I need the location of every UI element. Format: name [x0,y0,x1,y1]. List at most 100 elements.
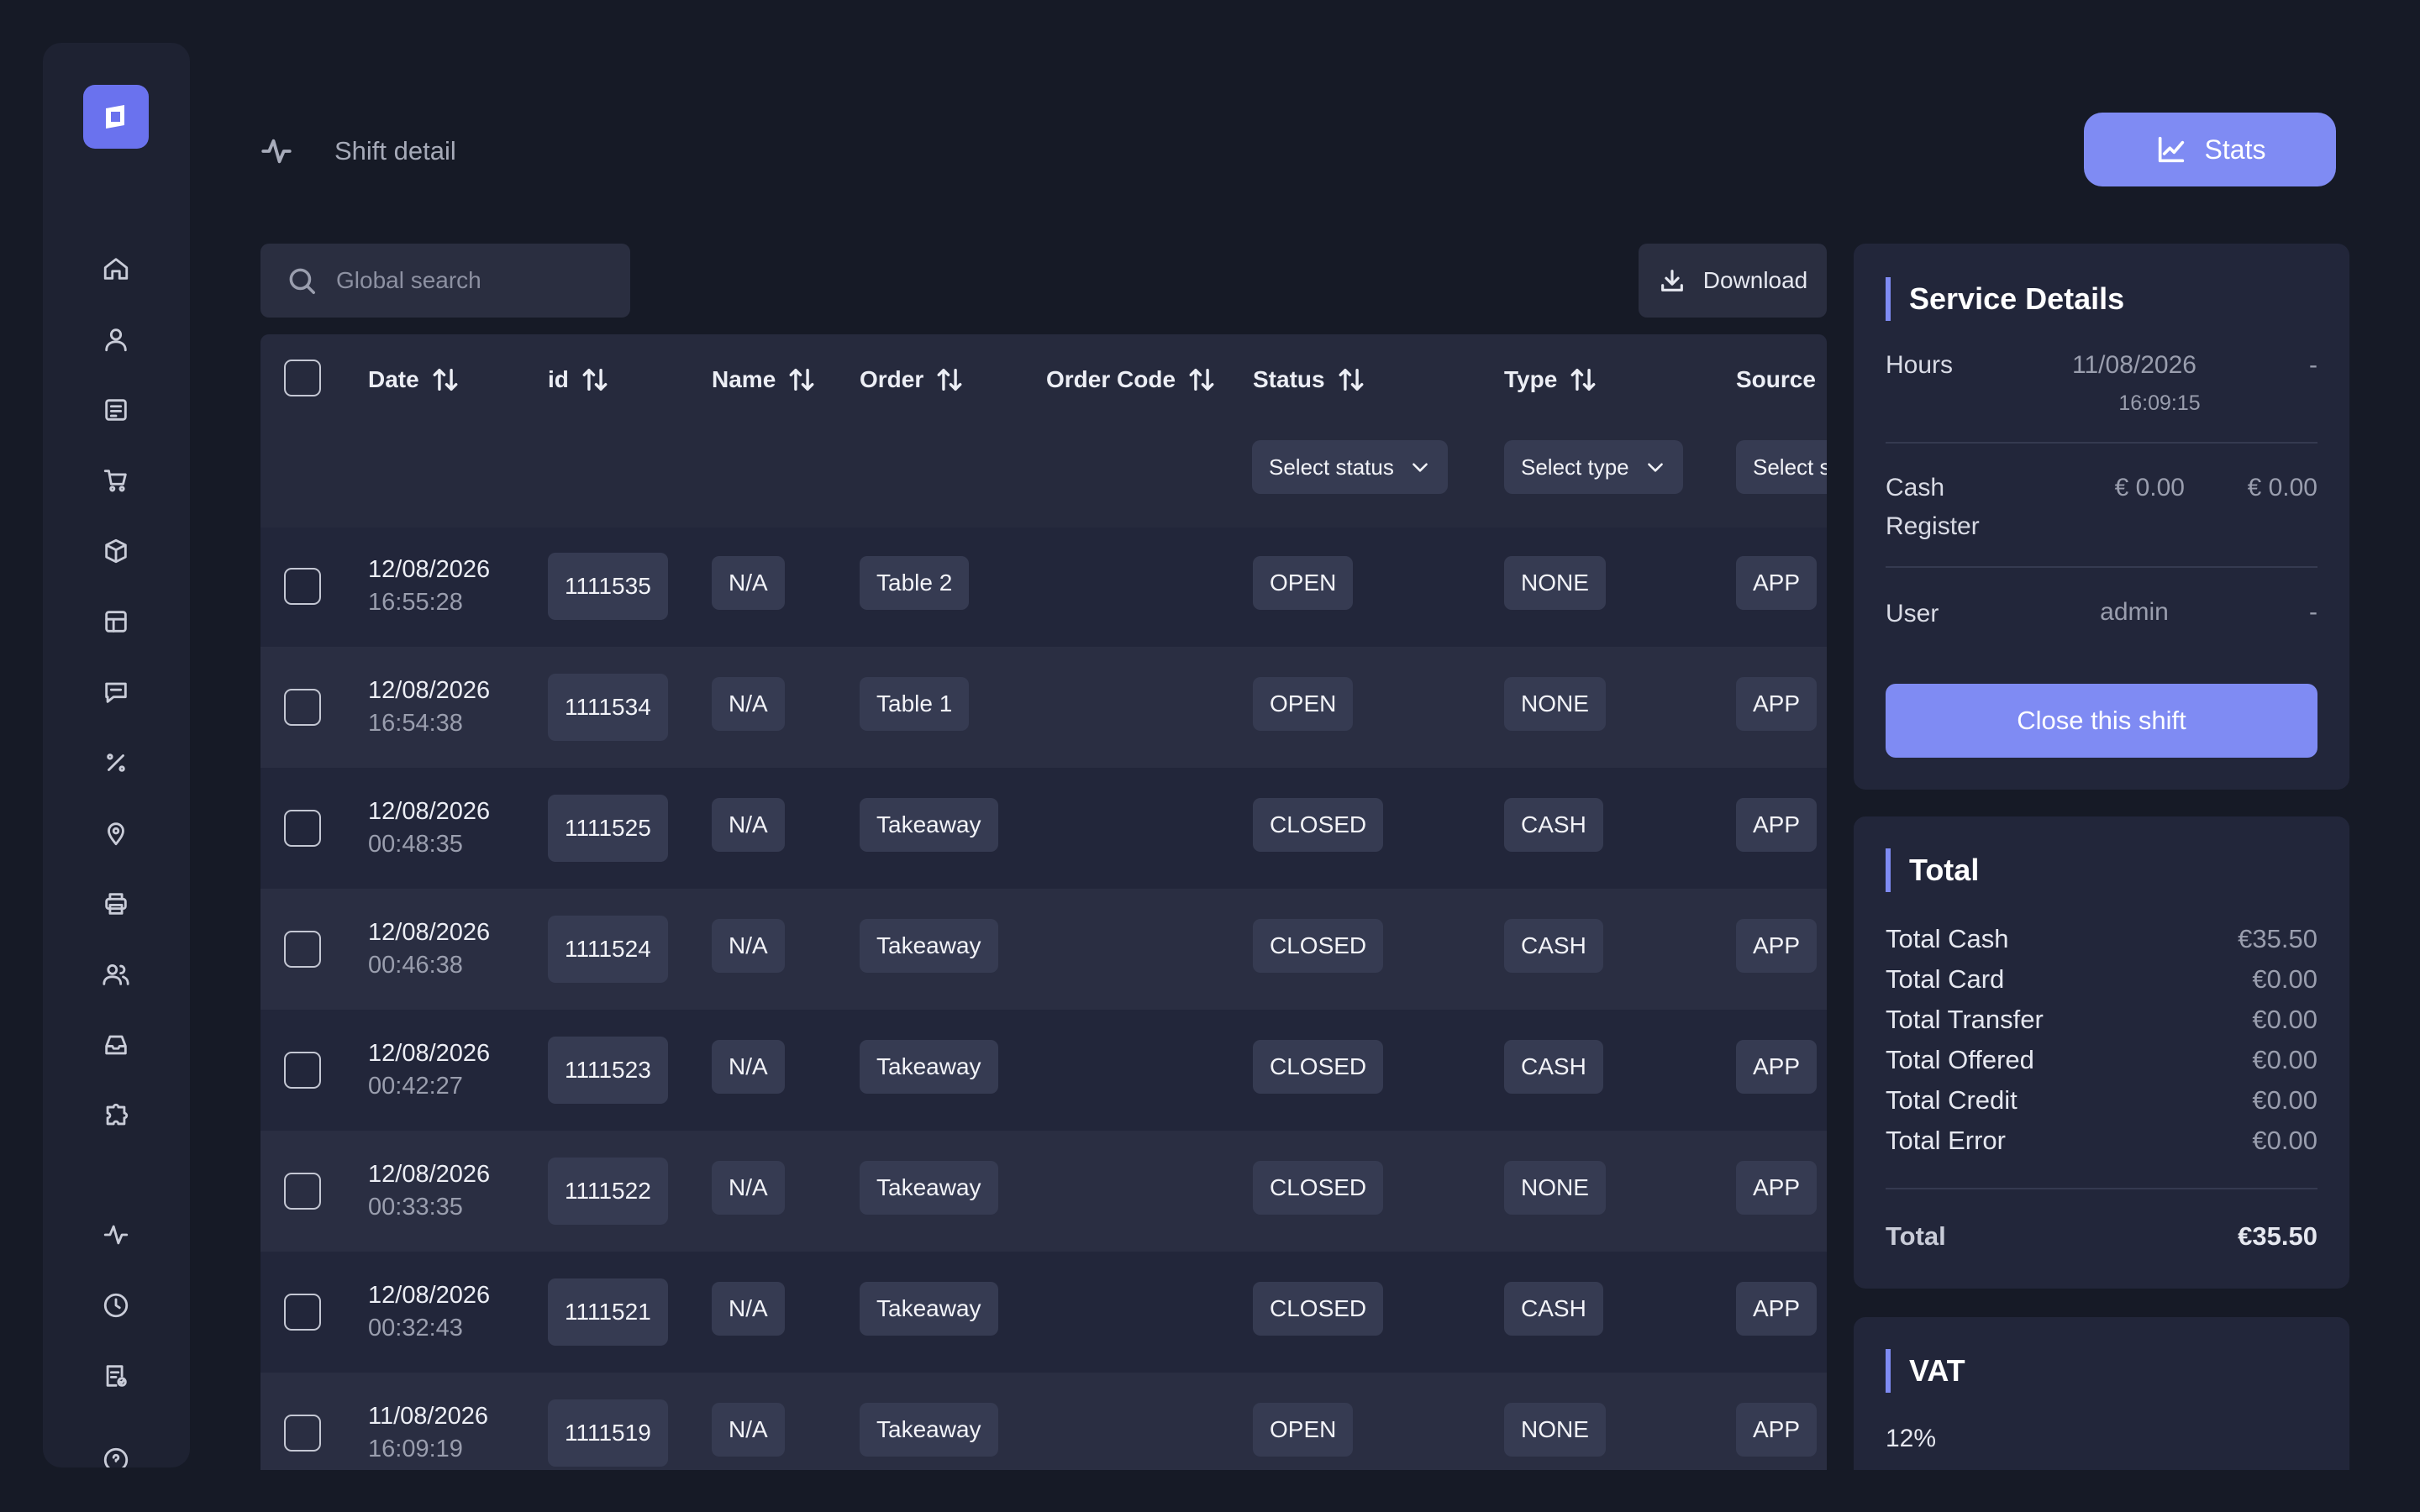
percent-icon[interactable] [95,742,137,784]
table-row[interactable]: 12/08/2026 00:32:43 1111521 N/A Takeaway… [260,1252,1827,1373]
id-badge: 1111525 [548,795,668,862]
date-cell: 12/08/2026 16:55:28 [368,526,490,647]
row-checkbox[interactable] [284,1294,321,1331]
total-credit-label: Total Credit [1886,1085,2018,1115]
type-filter-select[interactable]: Select type [1504,440,1683,494]
type-badge: NONE [1504,556,1606,610]
source-badge: APP [1736,556,1818,610]
logo-icon [106,105,124,129]
id-badge: 1111524 [548,916,668,983]
divider [1886,1188,2317,1189]
column-type-label: Type [1504,366,1558,392]
date-value: 11/08/2026 [368,1403,488,1430]
box-icon[interactable] [95,530,137,572]
chevron-down-icon [1412,463,1428,472]
total-offered-value: €0.00 [2252,1045,2317,1074]
chart-icon [2158,136,2184,163]
location-icon[interactable] [95,812,137,854]
column-order-code-label: Order Code [1046,366,1176,392]
column-name[interactable]: Name [712,363,816,396]
time-value: 00:33:35 [368,1194,463,1221]
status-badge: CLOSED [1253,919,1384,973]
status-badge: OPEN [1253,677,1354,731]
help-icon[interactable] [95,1439,137,1467]
date-value: 12/08/2026 [368,919,491,946]
page-header: Shift detail [259,126,456,176]
total-transfer-value: €0.00 [2252,1005,2317,1034]
logo[interactable] [83,85,149,149]
total-cash-label: Total Cash [1886,924,2009,953]
total-transfer-row: Total Transfer €0.00 [1886,1000,2317,1040]
divider [1886,566,2317,568]
row-checkbox[interactable] [284,568,321,605]
total-card-value: €0.00 [2252,964,2317,994]
clock-icon[interactable] [95,1284,137,1326]
search-input[interactable] [336,267,622,294]
users-icon[interactable] [95,953,137,995]
column-date[interactable]: Date [368,363,460,396]
type-badge: NONE [1504,1161,1606,1215]
column-order[interactable]: Order [860,363,964,396]
user-value: admin [2100,598,2169,626]
stats-button[interactable]: Stats [2084,113,2336,186]
total-error-label: Total Error [1886,1126,2006,1155]
column-type[interactable]: Type [1504,363,1597,396]
row-checkbox[interactable] [284,1173,321,1210]
chevron-down-icon [1647,463,1663,472]
column-source[interactable]: Source [1736,363,1816,396]
inbox-icon[interactable] [95,1024,137,1066]
service-details-title: Service Details [1886,277,2124,321]
id-badge: 1111534 [548,674,668,741]
date-cell: 12/08/2026 00:33:35 [368,1131,490,1252]
column-status[interactable]: Status [1253,363,1365,396]
search-box[interactable] [260,244,630,318]
date-value: 12/08/2026 [368,1282,491,1309]
time-value: 00:42:27 [368,1073,463,1100]
order-badge: Takeaway [860,798,998,852]
order-badge: Takeaway [860,1040,998,1094]
puzzle-icon[interactable] [95,1095,137,1137]
order-badge: Table 2 [860,556,970,610]
select-all-checkbox[interactable] [284,360,321,396]
sort-icon [582,368,608,391]
layout-icon[interactable] [95,601,137,643]
printer-icon[interactable] [95,883,137,925]
table-row[interactable]: 11/08/2026 16:09:19 1111519 N/A Takeaway… [260,1373,1827,1470]
sort-icon [1189,368,1214,391]
home-icon[interactable] [95,248,137,290]
total-cash-value: €35.50 [2238,924,2317,953]
table-row[interactable]: 12/08/2026 16:55:28 1111535 N/A Table 2 … [260,526,1827,647]
total-credit-row: Total Credit €0.00 [1886,1080,2317,1121]
sort-icon [1570,368,1596,391]
close-shift-button[interactable]: Close this shift [1886,684,2317,758]
name-badge: N/A [712,1161,785,1215]
row-checkbox[interactable] [284,1415,321,1452]
table-row[interactable]: 12/08/2026 00:33:35 1111522 N/A Takeaway… [260,1131,1827,1252]
chat-icon[interactable] [95,671,137,713]
date-value: 12/08/2026 [368,556,491,583]
cash-register-label-line1: Cash [1886,474,1945,501]
table-row[interactable]: 12/08/2026 00:46:38 1111524 N/A Takeaway… [260,889,1827,1010]
user-icon[interactable] [95,318,137,360]
column-order-code[interactable]: Order Code [1046,363,1216,396]
table-row[interactable]: 12/08/2026 00:48:35 1111525 N/A Takeaway… [260,768,1827,889]
column-date-label: Date [368,366,419,392]
name-badge: N/A [712,1040,785,1094]
sidebar [43,43,190,1467]
activity-icon[interactable] [95,1214,137,1256]
row-checkbox[interactable] [284,689,321,726]
row-checkbox[interactable] [284,810,321,847]
status-filter-select[interactable]: Select status [1252,440,1448,494]
table-row[interactable]: 12/08/2026 00:42:27 1111523 N/A Takeaway… [260,1010,1827,1131]
cart-icon[interactable] [95,459,137,501]
column-id[interactable]: id [548,363,609,396]
row-checkbox[interactable] [284,1052,321,1089]
column-source-label: Source [1736,366,1816,392]
download-button[interactable]: Download [1639,244,1827,318]
row-checkbox[interactable] [284,931,321,968]
id-badge: 1111521 [548,1278,668,1346]
table-row[interactable]: 12/08/2026 16:54:38 1111534 N/A Table 1 … [260,647,1827,768]
source-filter-select[interactable]: Select s [1736,440,1827,494]
receipt-icon[interactable] [95,389,137,431]
report-icon[interactable] [95,1355,137,1397]
